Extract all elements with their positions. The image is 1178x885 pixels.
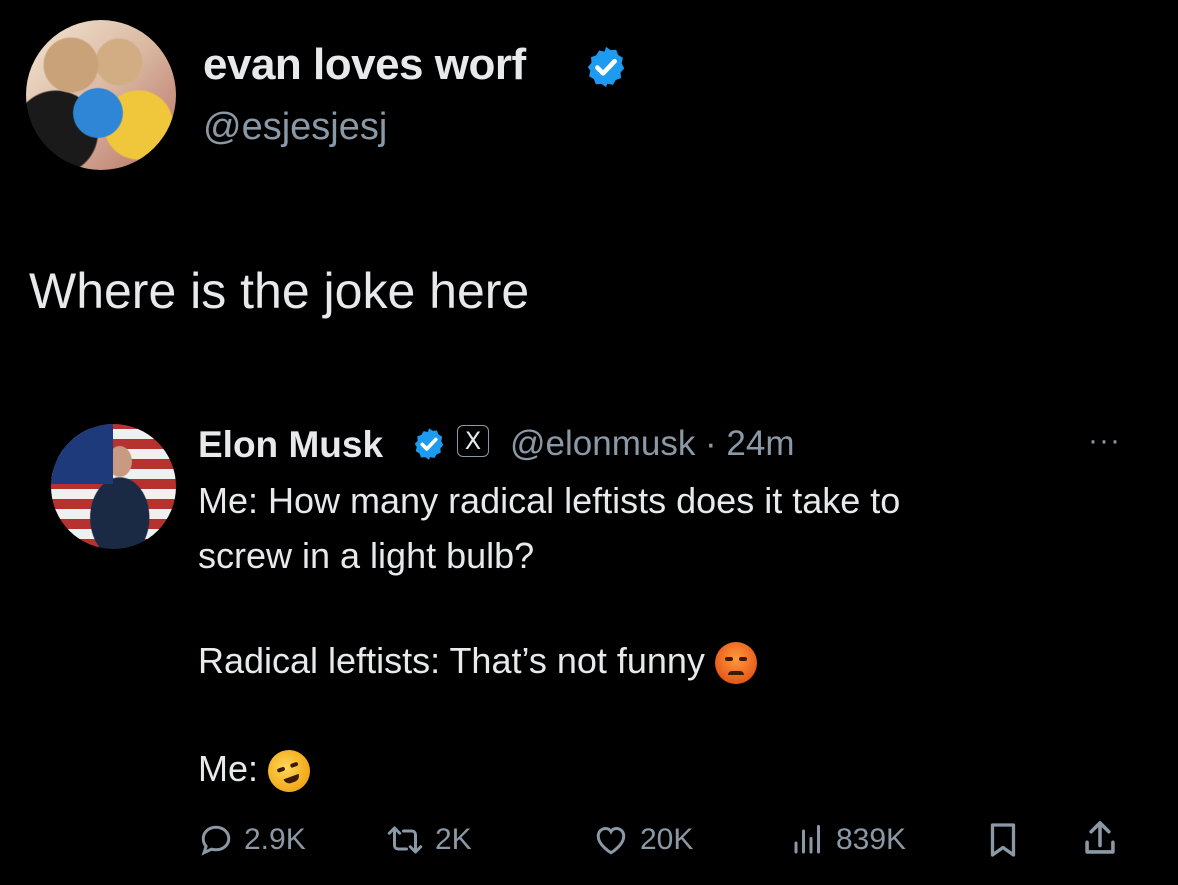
quote-line-2: screw in a light bulb? (198, 535, 535, 576)
author-name[interactable]: evan loves worf (203, 40, 526, 90)
reply-button[interactable]: 2.9K (198, 818, 306, 862)
repost-icon (387, 826, 423, 854)
quote-avatar[interactable] (51, 424, 176, 549)
rolling-laughing-icon (262, 744, 316, 799)
like-count: 20K (640, 823, 694, 856)
quote-line-1: Me: How many radical leftists does it ta… (198, 480, 901, 521)
quote-line-3: Radical leftists: That’s not funny (198, 640, 705, 681)
repost-count: 2K (435, 823, 472, 856)
more-options-icon[interactable]: ··· (1088, 424, 1121, 458)
like-button[interactable]: 20K (592, 818, 693, 862)
quote-verified-badge-icon (414, 428, 444, 460)
views-button[interactable]: 839K (790, 818, 906, 862)
reply-icon (201, 825, 231, 856)
quote-line-3-row: Radical leftists: That’s not funny (198, 640, 757, 685)
flag-stars (51, 424, 113, 484)
reply-count: 2.9K (244, 823, 306, 856)
views-count: 839K (836, 823, 907, 856)
bookmark-icon[interactable] (985, 820, 1021, 860)
angry-face-icon (714, 642, 757, 685)
author-handle[interactable]: @esjesjesj (203, 106, 387, 149)
quote-line-4-row: Me: (198, 744, 316, 799)
share-icon[interactable] (1080, 818, 1120, 860)
quote-line-4: Me: (198, 748, 259, 789)
x-affiliate-badge: X (457, 425, 489, 457)
views-chart-icon (794, 825, 820, 854)
heart-icon (596, 826, 626, 855)
quote-handle-time[interactable]: @elonmusk · 24m (510, 424, 795, 464)
quote-author-name[interactable]: Elon Musk (198, 424, 383, 466)
post-text: Where is the joke here (29, 263, 530, 319)
repost-button[interactable]: 2K (385, 818, 472, 862)
main-avatar[interactable] (26, 20, 176, 170)
verified-badge-icon (587, 46, 625, 88)
